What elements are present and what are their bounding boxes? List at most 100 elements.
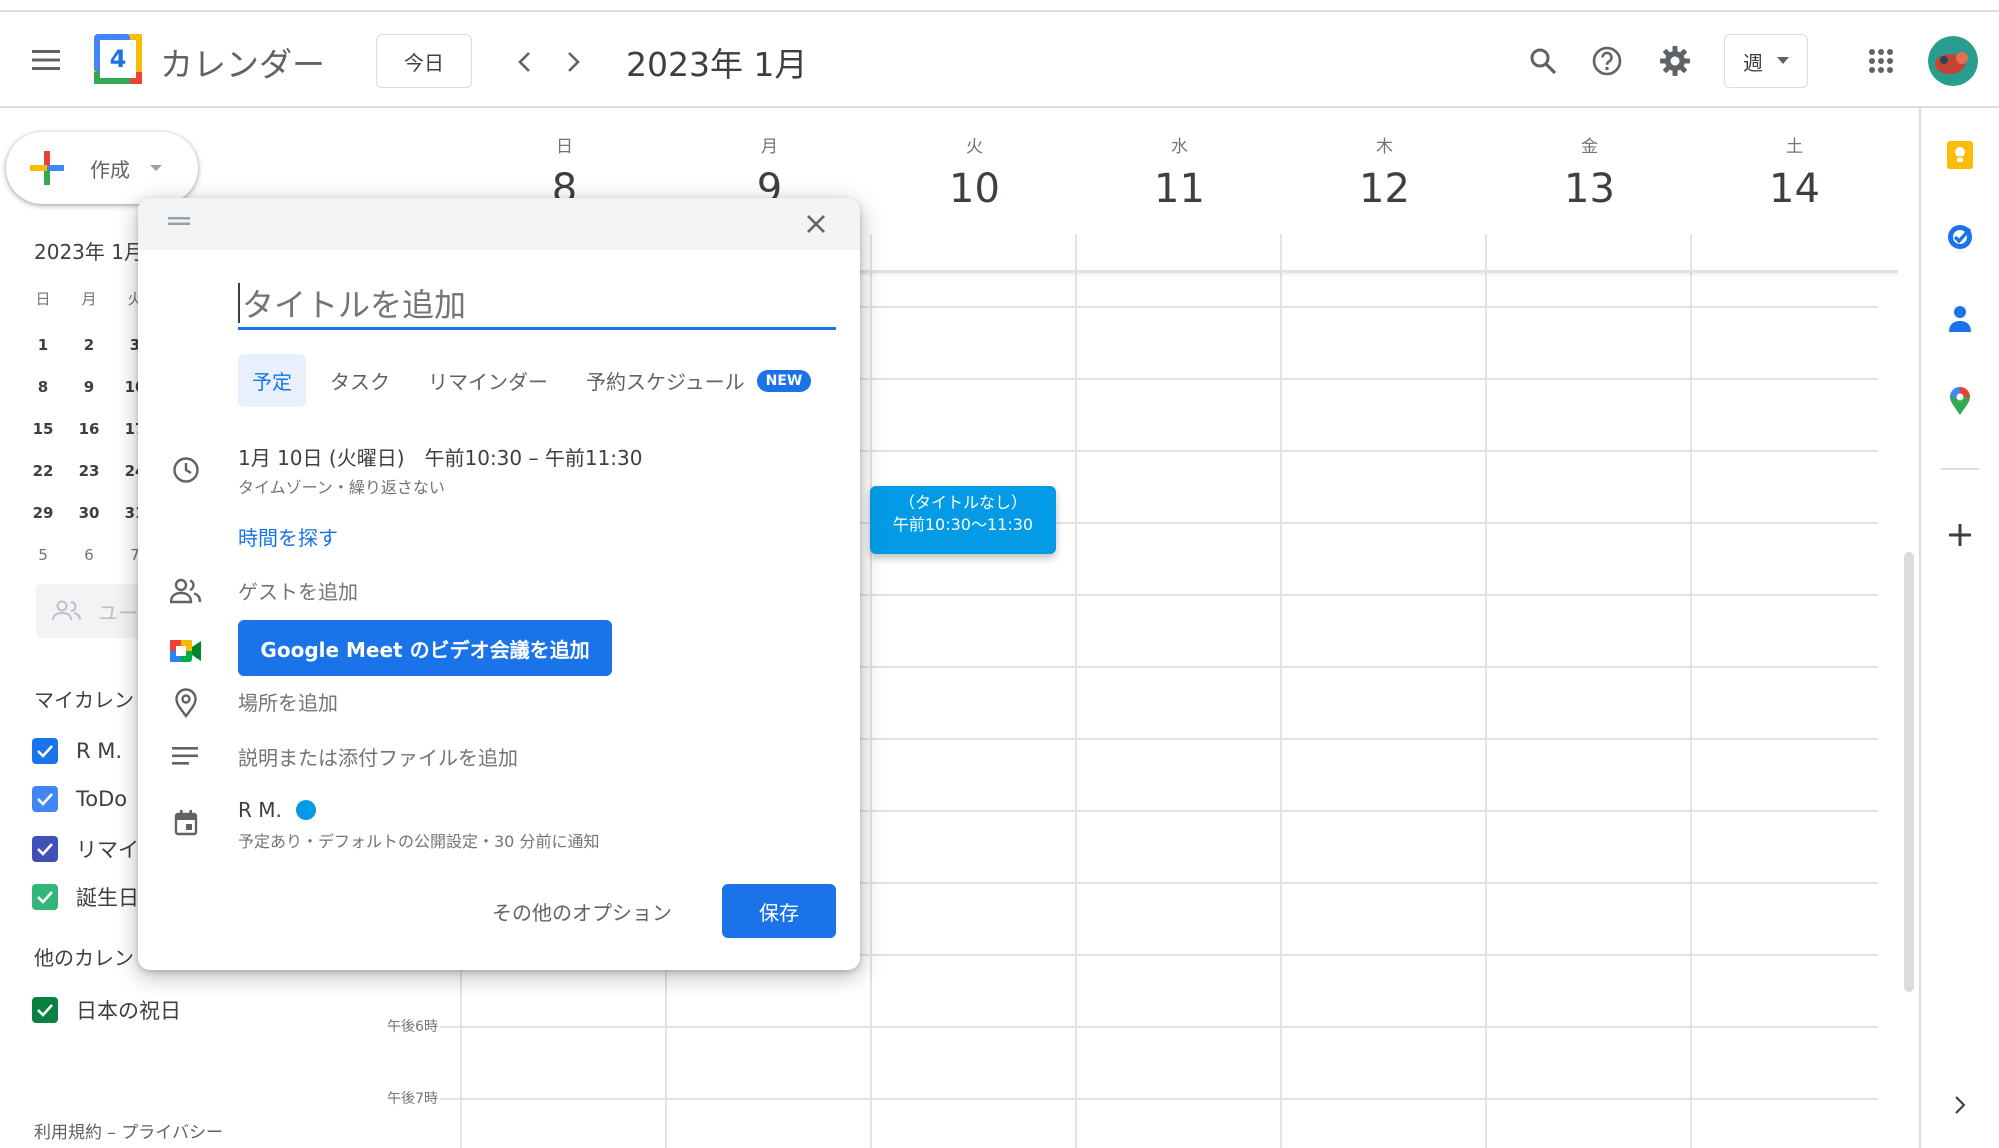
grid-line (1485, 234, 1487, 1148)
calendar-label: ToDo (76, 787, 128, 811)
checkbox-checked[interactable] (32, 738, 58, 764)
tab-reminder[interactable]: リマインダー (414, 354, 562, 407)
calendar-item[interactable]: 日本の祝日 (32, 995, 181, 1025)
my-calendars-title[interactable]: マイカレン (34, 684, 134, 713)
mini-day[interactable]: 1 (20, 336, 66, 354)
check-icon (37, 891, 53, 904)
mini-weekday: 日 (35, 289, 51, 308)
create-button[interactable]: 作成 (6, 132, 198, 204)
help-button[interactable] (1584, 38, 1630, 84)
caret-down-icon (1777, 57, 1789, 64)
event-time: 午前10:30～11:30 (892, 515, 1034, 534)
google-meet-icon (170, 640, 201, 662)
contacts-button[interactable] (1937, 296, 1983, 342)
plus-icon (1949, 524, 1971, 546)
mini-day[interactable]: 5 (20, 546, 66, 564)
search-button[interactable] (1520, 38, 1566, 84)
event-datetime[interactable]: 1月 10日 (火曜日) 午前10:30 – 午前11:30 (238, 442, 642, 471)
tasks-button[interactable] (1937, 214, 1983, 260)
mini-day[interactable]: 23 (66, 462, 112, 480)
day-number[interactable]: 13 (1487, 166, 1692, 212)
calendar-selector[interactable]: R M. (238, 798, 316, 822)
calendar-item[interactable]: R M. (32, 738, 122, 764)
apps-button[interactable] (1858, 38, 1904, 84)
add-guests[interactable]: ゲストを追加 (238, 576, 358, 605)
event-chip[interactable]: （タイトルなし） 午前10:30～11:30 (870, 486, 1056, 554)
close-button[interactable] (794, 202, 838, 246)
mini-day[interactable]: 22 (20, 462, 66, 480)
footer-links[interactable]: 利用規約 – プライバシー (34, 1118, 223, 1143)
mini-weekday: 月 (81, 289, 97, 308)
other-calendars-title[interactable]: 他のカレン (34, 942, 134, 971)
quick-create-dialog: タイトルを追加 予定 タスク リマインダー 予約スケジュール NEW 1月 10… (138, 198, 860, 970)
event-type-tabs: 予定 タスク リマインダー 予約スケジュール NEW (238, 354, 825, 407)
calendar-item[interactable]: ToDo (32, 786, 127, 812)
scrollbar[interactable] (1904, 552, 1914, 992)
calendar-label: R M. (76, 739, 123, 763)
checkbox-checked[interactable] (32, 786, 58, 812)
mini-day[interactable]: 9 (66, 378, 112, 396)
add-addon-button[interactable] (1937, 512, 1983, 558)
calendar-sub[interactable]: 予定あり・デフォルトの公開設定・30 分前に通知 (238, 828, 599, 852)
add-description[interactable]: 説明または添付ファイルを追加 (238, 742, 518, 771)
mini-calendar-title: 2023年 1月 (34, 240, 144, 264)
save-button[interactable]: 保存 (722, 884, 836, 938)
keep-button[interactable] (1937, 132, 1983, 178)
tab-event[interactable]: 予定 (238, 354, 306, 407)
prev-week-button[interactable] (504, 42, 544, 82)
create-label: 作成 (90, 157, 130, 182)
new-badge: NEW (756, 369, 812, 392)
checkbox-checked[interactable] (32, 884, 58, 910)
find-time-link[interactable]: 時間を探す (238, 522, 338, 551)
calendar-item[interactable]: リマイ (32, 834, 139, 864)
mini-day[interactable]: 16 (66, 420, 112, 438)
add-meet-button[interactable]: Google Meet のビデオ会議を追加 (238, 620, 612, 676)
today-button[interactable]: 今日 (376, 34, 472, 88)
main-menu-button[interactable] (22, 36, 70, 84)
mini-day[interactable]: 30 (66, 504, 112, 522)
calendar-color-dot (295, 800, 316, 820)
view-selector[interactable]: 週 (1724, 34, 1808, 88)
tab-appointment-label: 予約スケジュール (586, 370, 745, 394)
checkbox-checked[interactable] (32, 997, 58, 1023)
maps-button[interactable] (1937, 378, 1983, 424)
description-icon (172, 747, 198, 765)
checkbox-checked[interactable] (32, 836, 58, 862)
maps-icon (1950, 387, 1970, 415)
tab-appointment-schedule[interactable]: 予約スケジュール NEW (572, 354, 825, 407)
next-week-button[interactable] (554, 42, 594, 82)
clock-icon (173, 457, 199, 483)
calendar-item[interactable]: 誕生日 (32, 882, 139, 912)
close-icon (807, 215, 825, 233)
avatar[interactable] (1928, 36, 1978, 86)
mini-day[interactable]: 2 (66, 336, 112, 354)
contacts-icon (1949, 306, 1971, 332)
check-icon (37, 793, 53, 806)
day-name: 水 (1171, 137, 1188, 157)
drag-handle-icon[interactable] (168, 216, 190, 226)
day-name: 火 (966, 137, 983, 157)
day-name: 木 (1376, 137, 1393, 157)
day-number[interactable]: 14 (1692, 166, 1897, 212)
people-icon (52, 600, 81, 621)
calendar-logo[interactable]: 4 (94, 34, 142, 84)
mini-day[interactable]: 29 (20, 504, 66, 522)
keep-icon (1947, 141, 1973, 169)
expand-panel-button[interactable] (1937, 1082, 1983, 1128)
more-options-button[interactable]: その他のオプション (492, 884, 672, 938)
day-number[interactable]: 11 (1077, 166, 1282, 212)
title-input[interactable]: タイトルを追加 (238, 278, 836, 330)
mini-day[interactable]: 8 (20, 378, 66, 396)
mini-day[interactable]: 15 (20, 420, 66, 438)
mini-day[interactable]: 6 (66, 546, 112, 564)
event-datetime-sub[interactable]: タイムゾーン・繰り返さない (238, 474, 445, 498)
add-location[interactable]: 場所を追加 (238, 687, 338, 716)
location-pin-icon (175, 688, 197, 718)
tab-task[interactable]: タスク (316, 354, 404, 407)
calendar-name: R M. (238, 798, 282, 822)
settings-button[interactable] (1652, 38, 1698, 84)
dialog-header[interactable] (138, 198, 860, 250)
plus-color-icon (30, 151, 64, 185)
day-number[interactable]: 12 (1282, 166, 1487, 212)
day-number[interactable]: 10 (872, 166, 1077, 212)
